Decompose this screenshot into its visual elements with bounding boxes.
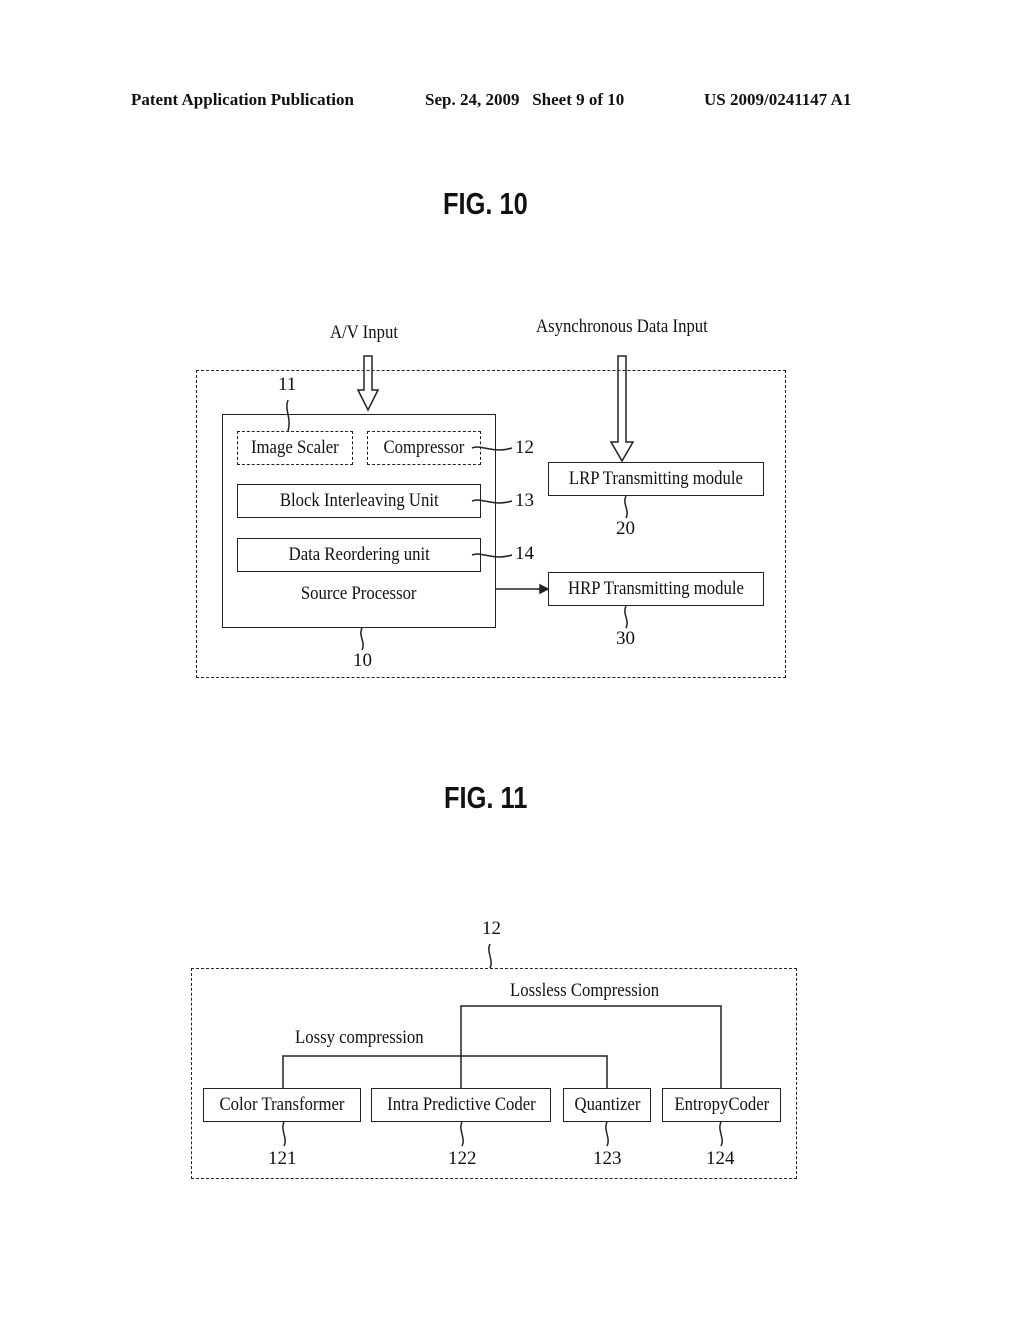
connectors-layer — [282, 355, 723, 1147]
leader-124 — [719, 1121, 723, 1147]
leader-11 — [286, 399, 290, 432]
leader-20 — [624, 495, 628, 519]
av-input-arrow — [356, 355, 380, 412]
leader-121 — [282, 1121, 286, 1147]
leader-12-fig11 — [488, 943, 492, 969]
leader-13 — [471, 499, 513, 504]
async-input-arrow — [609, 355, 635, 463]
leader-12 — [471, 446, 513, 451]
sp-to-hrp-arrowhead — [539, 583, 550, 595]
leader-30 — [624, 605, 628, 629]
leader-10 — [360, 627, 364, 651]
leader-123 — [605, 1121, 609, 1147]
lossless-bracket — [460, 1005, 722, 1088]
leader-14 — [471, 553, 513, 558]
lossy-bracket — [282, 1055, 608, 1088]
leader-122 — [460, 1121, 464, 1147]
